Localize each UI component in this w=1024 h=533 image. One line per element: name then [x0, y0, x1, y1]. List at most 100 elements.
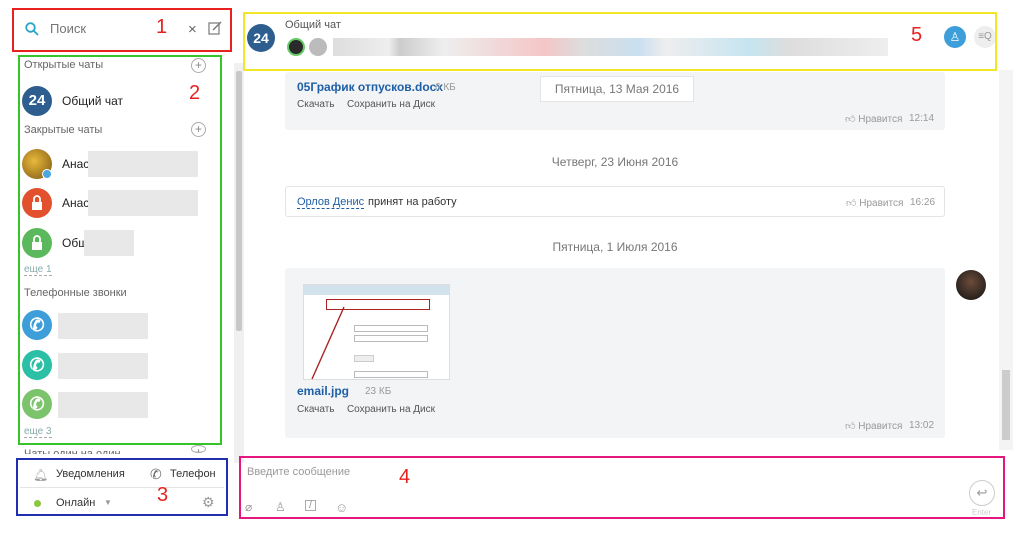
- search-messages-icon[interactable]: ≡Q: [974, 26, 996, 48]
- chat-item-closed-1[interactable]: Анас: [22, 149, 212, 183]
- chat-item-general[interactable]: 24 Общий чат: [22, 86, 212, 120]
- avatar: 24: [22, 86, 52, 116]
- user-remove-icon[interactable]: ♙: [944, 26, 966, 48]
- call-item-3[interactable]: ✆: [22, 389, 212, 423]
- add-open-chat-icon[interactable]: +: [191, 58, 206, 73]
- annotation-number: 1: [156, 16, 168, 38]
- like-button[interactable]: 👍︎ Нравится: [846, 197, 903, 209]
- bell-icon: 🔔︎: [33, 468, 49, 482]
- message-time: 13:02: [909, 420, 935, 431]
- status-dot-icon: [42, 169, 52, 179]
- chat-name: Общий чат: [62, 94, 123, 108]
- scrollbar-thumb[interactable]: [1002, 370, 1010, 440]
- date-separator: Пятница, 1 Июля 2016: [552, 240, 678, 254]
- lock-icon: [22, 228, 52, 258]
- left-panel: × Открытые чаты + 24 Общий чат Закрытые …: [12, 8, 244, 521]
- attach-icon[interactable]: ⌀: [245, 500, 257, 514]
- add-one-on-one-icon[interactable]: +: [191, 445, 206, 453]
- phone-icon: ✆: [150, 466, 162, 482]
- annotation-number: 2: [189, 82, 201, 104]
- like-button[interactable]: 👍︎ Нравится: [845, 420, 902, 432]
- file-actions: Скачать Сохранить на Диск: [297, 94, 443, 112]
- send-button[interactable]: ↩: [969, 480, 995, 506]
- smile-icon[interactable]: ☺: [335, 500, 348, 515]
- user-link[interactable]: Орлов Денис: [297, 196, 365, 209]
- image-message: email.jpg 23 КБ Скачать Сохранить на Дис…: [285, 268, 945, 438]
- add-closed-chat-icon[interactable]: +: [191, 122, 206, 137]
- search-bar: ×: [12, 8, 232, 52]
- more-closed-link[interactable]: еще 1: [24, 264, 52, 276]
- avatar: [956, 270, 986, 300]
- message-input[interactable]: Введите сообщение: [247, 466, 350, 478]
- notice-text: принят на работу: [368, 196, 457, 208]
- closed-chats-title: Закрытые чаты: [24, 124, 103, 136]
- compose-icon[interactable]: [208, 21, 222, 35]
- message-composer: Введите сообщение ⌀ ♙ / ☺ ↩ Enter: [239, 456, 1005, 519]
- phone-icon: ✆: [22, 350, 52, 380]
- redacted-name: [58, 353, 148, 379]
- online-dot-icon: [34, 500, 41, 507]
- chat-avatar: 24: [247, 24, 275, 52]
- annotation-number: 5: [911, 24, 923, 46]
- notifications-button[interactable]: Уведомления: [56, 468, 125, 480]
- annotation-number: 4: [399, 466, 411, 488]
- messages-scrollbar[interactable]: [999, 70, 1013, 450]
- divider: [20, 487, 224, 488]
- file-size: 23 КБ: [365, 386, 392, 397]
- scrollbar-thumb[interactable]: [236, 71, 242, 331]
- online-status-select[interactable]: Онлайн: [56, 497, 95, 509]
- close-icon[interactable]: ×: [188, 21, 197, 38]
- chat-title: Общий чат: [285, 19, 341, 31]
- like-button[interactable]: 👍︎ Нравится: [845, 113, 902, 125]
- message-time: 16:26: [910, 197, 936, 208]
- save-disk-link[interactable]: Сохранить на Диск: [347, 404, 435, 415]
- open-chats-title: Открытые чаты: [24, 59, 104, 71]
- phone-calls-title: Телефонные звонки: [24, 287, 127, 299]
- more-calls-link[interactable]: еще 3: [24, 426, 52, 438]
- download-link[interactable]: Скачать: [297, 99, 335, 110]
- sidebar-scrollbar[interactable]: [234, 63, 244, 463]
- phone-button[interactable]: Телефон: [170, 468, 216, 480]
- phone-icon: ✆: [22, 310, 52, 340]
- file-message: 05График отпусков.docx 6 КБ Скачать Сохр…: [285, 72, 945, 130]
- image-thumbnail[interactable]: [303, 284, 450, 380]
- save-disk-link[interactable]: Сохранить на Диск: [347, 99, 435, 110]
- messenger-app: × Открытые чаты + 24 Общий чат Закрытые …: [0, 0, 1024, 533]
- user-icon[interactable]: ♙: [275, 500, 287, 514]
- avatar: [287, 38, 305, 56]
- avatar: [309, 38, 327, 56]
- redacted-name: [88, 190, 198, 216]
- phone-icon: ✆: [22, 389, 52, 419]
- chat-item-closed-3[interactable]: Общ: [22, 228, 212, 262]
- message-time: 12:14: [909, 113, 935, 124]
- file-link[interactable]: 05График отпусков.docx: [297, 80, 443, 94]
- redacted-name: [58, 392, 148, 418]
- search-icon: [25, 22, 39, 36]
- system-message: Орлов Денис принят на работу 👍︎ Нравится…: [285, 186, 945, 217]
- date-tag: Пятница, 13 Мая 2016: [540, 76, 694, 102]
- chat-item-closed-2[interactable]: Анас: [22, 188, 212, 222]
- status-bar: 🔔︎ Уведомления ✆ Телефон Онлайн ▼ ⚙: [16, 458, 228, 516]
- call-item-1[interactable]: ✆: [22, 310, 212, 344]
- chat-name: Анас: [62, 157, 90, 171]
- chat-header: 24 Общий чат ♙ ≡Q: [243, 12, 997, 71]
- edit-icon[interactable]: /: [305, 500, 316, 511]
- one-on-one-title: Чаты один на один: [24, 448, 121, 454]
- file-size: 6 КБ: [435, 82, 456, 93]
- enter-label: Enter: [972, 508, 992, 517]
- members-strip: [333, 38, 888, 56]
- call-item-2[interactable]: ✆: [22, 350, 212, 384]
- gear-icon[interactable]: ⚙: [202, 494, 215, 511]
- lock-icon: [22, 188, 52, 218]
- redacted-name: [58, 313, 148, 339]
- search-input[interactable]: [50, 21, 170, 36]
- date-separator: Четверг, 23 Июня 2016: [551, 155, 679, 169]
- chevron-down-icon[interactable]: ▼: [104, 498, 112, 507]
- file-link[interactable]: email.jpg: [297, 384, 349, 398]
- file-actions: Скачать Сохранить на Диск: [297, 399, 443, 417]
- redacted-name: [88, 151, 198, 177]
- download-link[interactable]: Скачать: [297, 404, 335, 415]
- chat-name: Анас: [62, 196, 90, 210]
- redacted-name: [84, 230, 134, 256]
- annotation-number: 3: [157, 484, 169, 506]
